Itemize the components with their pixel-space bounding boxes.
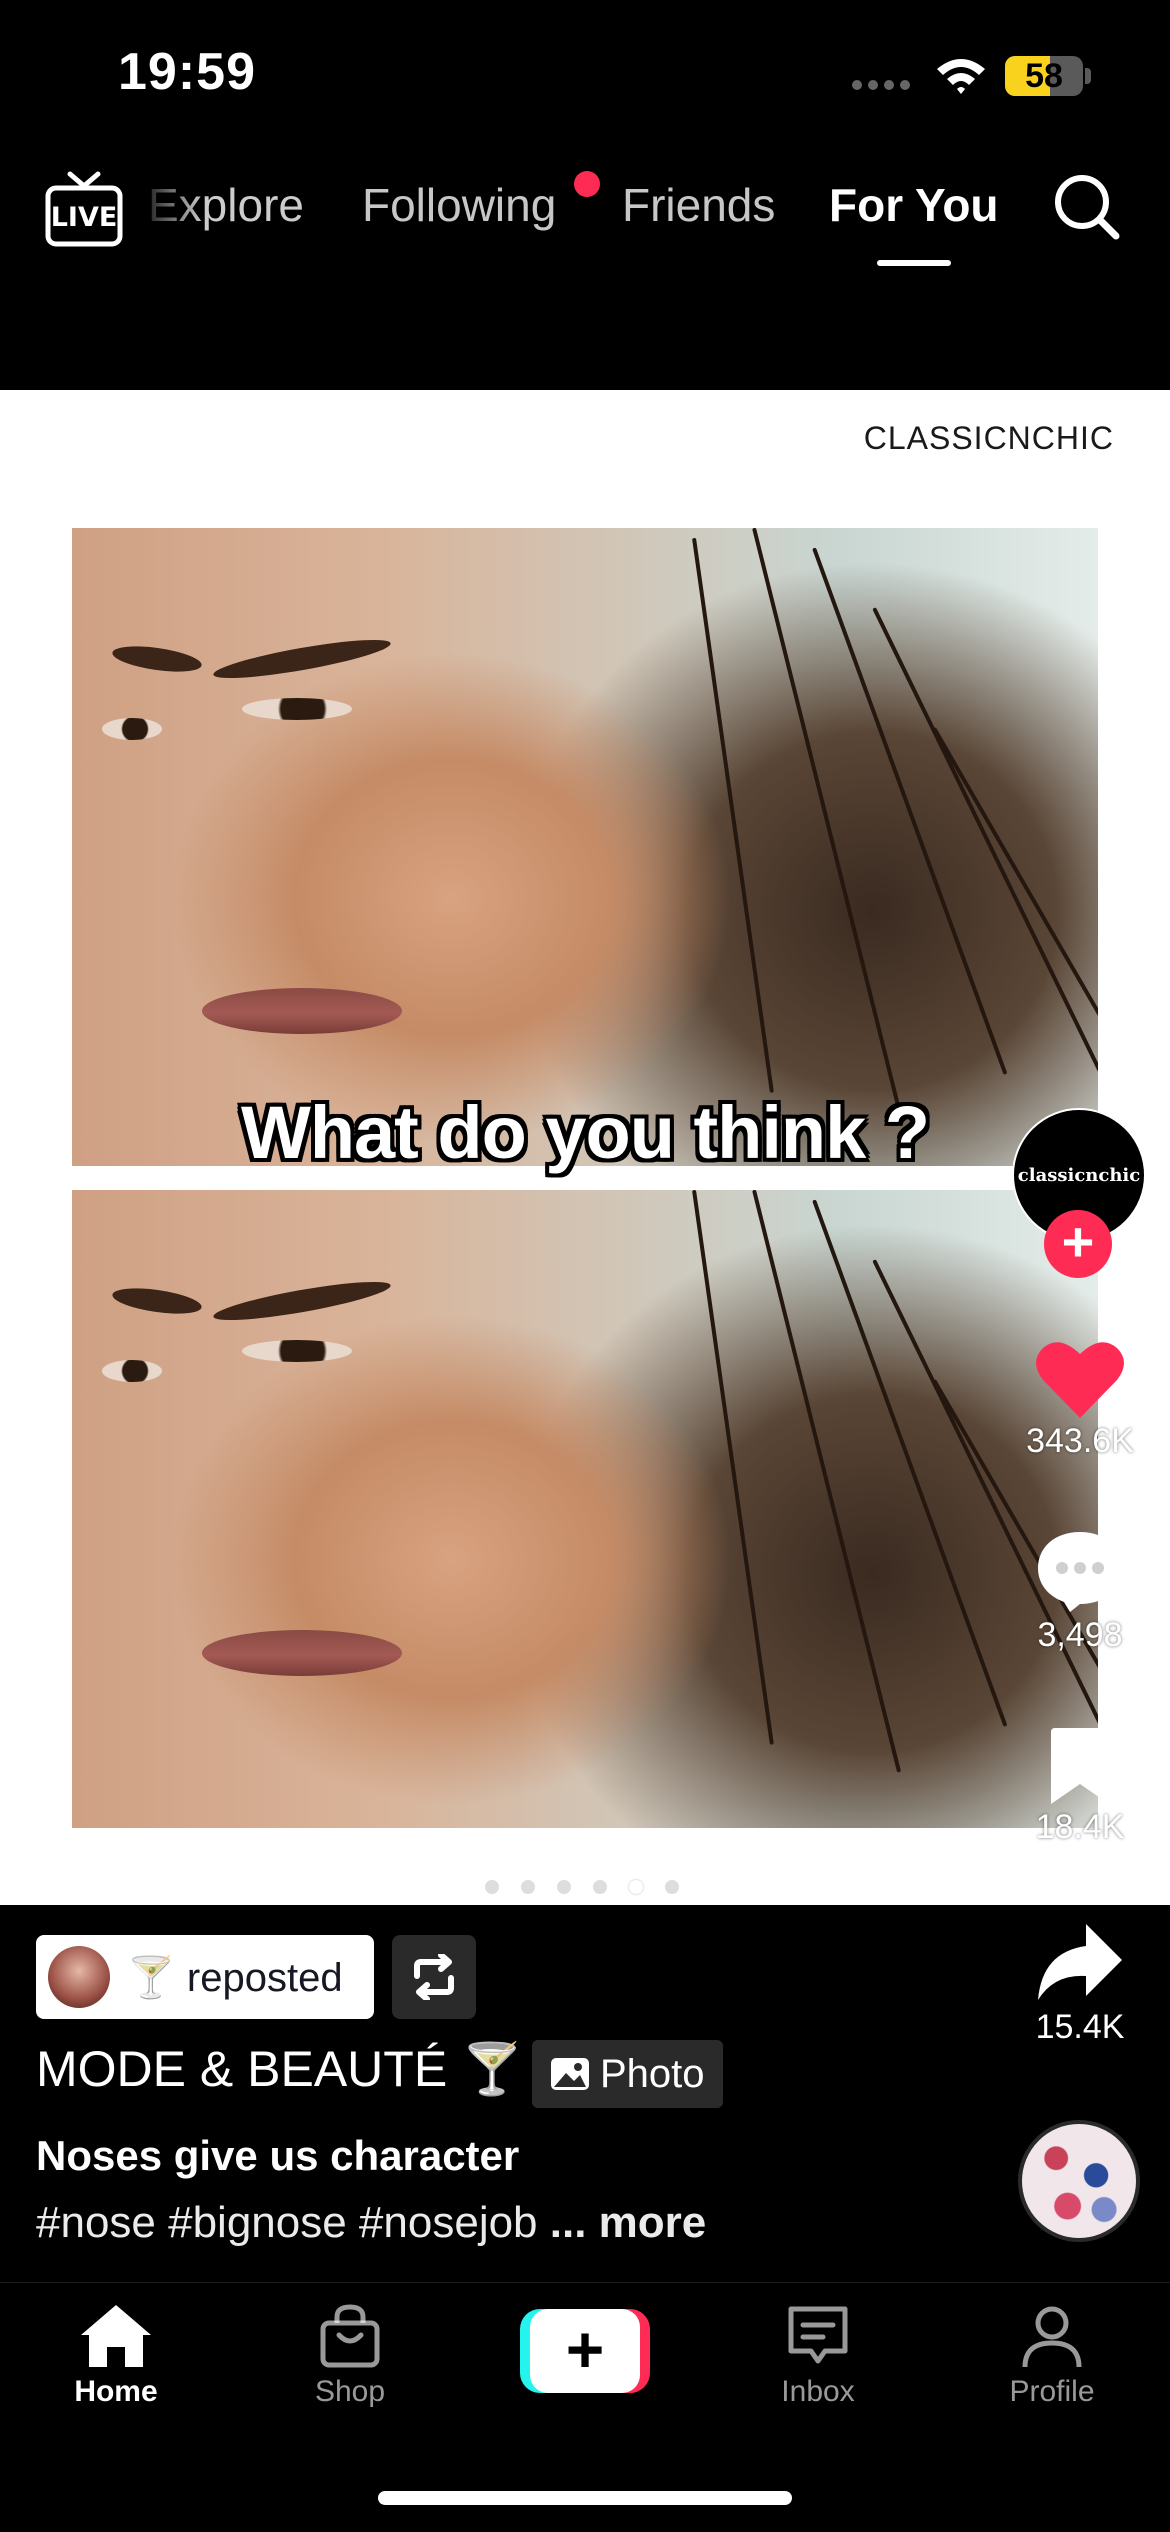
tab-following[interactable]: Following bbox=[362, 178, 556, 232]
carousel-dot bbox=[593, 1880, 607, 1894]
save-button[interactable]: 18.4K bbox=[1010, 1728, 1150, 1847]
repost-label: 🍸 reposted bbox=[126, 1955, 343, 2000]
bookmark-icon bbox=[1051, 1728, 1109, 1804]
carousel-dot bbox=[521, 1880, 535, 1894]
comment-count: 3,498 bbox=[1037, 1616, 1123, 1654]
tab-profile[interactable]: Profile bbox=[972, 2303, 1132, 2409]
tab-inbox-label: Inbox bbox=[781, 2375, 855, 2408]
search-icon[interactable] bbox=[1050, 170, 1122, 242]
carousel-dot bbox=[557, 1880, 571, 1894]
carousel-dot bbox=[665, 1880, 679, 1894]
hashtag-list[interactable]: #nose #bignose #nosejob bbox=[36, 2198, 538, 2247]
heart-icon bbox=[1036, 1342, 1124, 1418]
follow-button[interactable]: + bbox=[1044, 1210, 1112, 1278]
battery-icon: 58 bbox=[1005, 56, 1083, 96]
tab-explore[interactable]: Explore bbox=[148, 178, 304, 232]
top-nav: LIVE Explore Following Friends For You bbox=[0, 150, 1170, 390]
live-icon[interactable]: LIVE bbox=[44, 170, 124, 248]
reposter-avatar bbox=[48, 1946, 110, 2008]
carousel-dot bbox=[629, 1880, 643, 1894]
more-link[interactable]: ... more bbox=[550, 2198, 707, 2247]
tab-friends[interactable]: Friends bbox=[622, 178, 775, 232]
post-hashtags[interactable]: #nose #bignose #nosejob ... more bbox=[36, 2198, 706, 2248]
post-title: Noses give us character bbox=[36, 2132, 520, 2179]
battery-level: 58 bbox=[1025, 57, 1063, 95]
music-disc[interactable] bbox=[1018, 2120, 1140, 2242]
photo-badge: Photo bbox=[532, 2040, 723, 2108]
create-button[interactable]: + bbox=[520, 2309, 650, 2393]
photo-badge-label: Photo bbox=[600, 2051, 705, 2096]
overlay-caption: What do you think ? bbox=[240, 1091, 930, 1174]
like-button[interactable]: 343.6K bbox=[1010, 1338, 1150, 1461]
tab-profile-label: Profile bbox=[1009, 2375, 1095, 2408]
status-time: 19:59 bbox=[118, 43, 256, 101]
post-photo-top bbox=[72, 528, 1098, 1166]
save-count: 18.4K bbox=[1035, 1808, 1125, 1846]
wifi-icon bbox=[937, 59, 985, 94]
photo-icon bbox=[551, 2058, 589, 2090]
shopping-bag-icon bbox=[320, 2304, 380, 2368]
plus-icon: + bbox=[530, 2309, 640, 2393]
repost-button[interactable] bbox=[392, 1935, 476, 2019]
inbox-icon bbox=[788, 2306, 848, 2364]
status-bar: 19:59 58 bbox=[0, 0, 1170, 150]
author-watermark: CLASSICNCHIC bbox=[863, 420, 1114, 456]
tab-for-you[interactable]: For You bbox=[829, 178, 999, 232]
svg-text:LIVE: LIVE bbox=[51, 202, 118, 233]
comment-icon bbox=[1038, 1532, 1122, 1612]
profile-icon bbox=[1022, 2306, 1082, 2368]
bottom-tab-bar: Home Shop + Inbox Profile bbox=[0, 2282, 1170, 2532]
carousel-dots bbox=[485, 1880, 679, 1894]
tab-shop-label: Shop bbox=[314, 2375, 386, 2408]
repost-icon bbox=[414, 1954, 454, 2000]
comment-button[interactable]: 3,498 bbox=[1010, 1528, 1150, 1655]
tab-home[interactable]: Home bbox=[36, 2303, 196, 2409]
active-tab-indicator bbox=[877, 260, 951, 266]
repost-pill[interactable]: 🍸 reposted bbox=[36, 1935, 374, 2019]
home-icon bbox=[81, 2305, 151, 2367]
share-arrow-icon bbox=[1038, 1924, 1122, 2000]
share-button[interactable]: 15.4K bbox=[1010, 1920, 1150, 2047]
tab-shop[interactable]: Shop bbox=[270, 2303, 430, 2409]
post-photo-bottom bbox=[72, 1190, 1098, 1828]
following-notification-dot bbox=[574, 171, 600, 197]
home-indicator bbox=[378, 2491, 792, 2505]
account-name[interactable]: MODE & BEAUTÉ 🍸 bbox=[36, 2040, 523, 2099]
photo-post[interactable]: CLASSICNCHIC What do you think ? bbox=[0, 390, 1170, 1905]
like-count: 343.6K bbox=[1026, 1422, 1134, 1460]
carousel-dot bbox=[485, 1880, 499, 1894]
cellular-signal-icon bbox=[852, 80, 910, 90]
tab-inbox[interactable]: Inbox bbox=[738, 2303, 898, 2409]
tab-home-label: Home bbox=[74, 2375, 158, 2408]
share-count: 15.4K bbox=[1035, 2008, 1125, 2046]
